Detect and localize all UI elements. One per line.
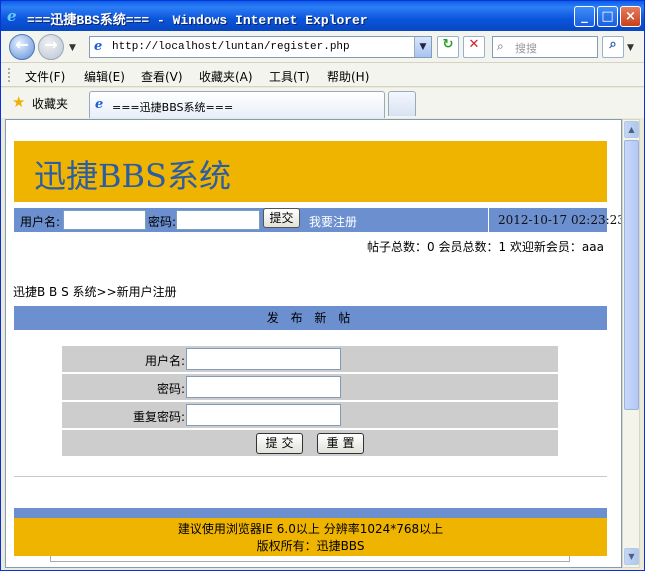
tab-page-icon: e: [95, 97, 104, 112]
window-title: ===迅捷BBS系统=== - Windows Internet Explore…: [27, 13, 368, 28]
minimize-button[interactable]: _: [574, 6, 595, 27]
close-button[interactable]: ×: [620, 6, 641, 27]
scroll-thumb[interactable]: [624, 140, 639, 410]
login-username-input[interactable]: [63, 210, 146, 230]
footer-top-bar: [14, 508, 607, 518]
menu-bar: 文件(F) 编辑(E) 查看(V) 收藏夹(A) 工具(T) 帮助(H): [1, 63, 644, 87]
breadcrumb: 迅捷B B S 系统>>新用户注册: [13, 285, 177, 299]
confirm-password-input[interactable]: [186, 404, 341, 426]
search-options-icon[interactable]: ▼: [627, 43, 634, 53]
divider: [14, 476, 607, 477]
forward-button[interactable]: →: [38, 34, 64, 60]
register-form: 用户名: 密码: 重复密码: 提交 重置: [62, 346, 558, 458]
tab-label: ===迅捷BBS系统===: [112, 101, 234, 114]
search-icon: ⌕: [497, 39, 504, 53]
username-label: 用户名:: [144, 354, 185, 368]
search-button[interactable]: ⌕: [602, 36, 624, 58]
tab-bar: ★ 收藏夹 e ===迅捷BBS系统===: [1, 88, 644, 118]
menu-favorites[interactable]: 收藏夹(A): [199, 68, 253, 85]
form-row-confirm: 重复密码:: [62, 402, 558, 428]
back-button[interactable]: ←: [9, 34, 35, 60]
address-dropdown-icon[interactable]: ▼: [414, 37, 431, 57]
page-icon: e: [94, 39, 103, 54]
password-label: 密码:: [156, 382, 185, 396]
search-placeholder: 搜搜: [515, 42, 537, 55]
footer-underbox: [50, 556, 570, 562]
password-input[interactable]: [186, 376, 341, 398]
form-row-buttons: 提交 重置: [62, 430, 558, 456]
new-tab-button[interactable]: [388, 91, 416, 116]
vertical-scrollbar[interactable]: ▲ ▼: [622, 119, 640, 568]
reset-button[interactable]: 重置: [317, 433, 364, 454]
menu-edit[interactable]: 编辑(E): [84, 68, 125, 85]
site-title: 迅捷BBS系统: [34, 157, 231, 195]
history-dropdown-icon[interactable]: ▼: [69, 43, 76, 53]
title-bar: e ===迅捷BBS系统=== - Windows Internet Explo…: [1, 1, 644, 31]
forum-stats: 帖子总数：0 会员总数：1 欢迎新会员：aaa: [367, 240, 604, 254]
footer-line-copyright: 版权所有：迅捷BBS: [256, 539, 365, 553]
refresh-button[interactable]: ↻: [437, 36, 459, 58]
menu-file[interactable]: 文件(F): [25, 68, 65, 85]
form-row-username: 用户名:: [62, 346, 558, 372]
footer: 建议使用浏览器IE 6.0以上 分辨率1024*768以上 版权所有：迅捷BBS: [14, 518, 607, 556]
address-toolbar: ← → ▼ e http://localhost/luntan/register…: [1, 31, 644, 63]
ie-logo-icon: e: [7, 7, 17, 25]
search-input[interactable]: ⌕ 搜搜: [492, 36, 598, 58]
section-header: 发 布 新 帖: [14, 306, 607, 330]
login-submit-button[interactable]: 提交: [263, 208, 300, 228]
confirm-password-label: 重复密码:: [132, 410, 185, 424]
login-username-label: 用户名:: [20, 215, 61, 229]
favorites-star-icon[interactable]: ★: [12, 93, 25, 111]
submit-button[interactable]: 提交: [256, 433, 303, 454]
menu-tools[interactable]: 工具(T): [269, 68, 310, 85]
form-row-password: 密码:: [62, 374, 558, 400]
login-bar-divider: [488, 208, 489, 232]
login-password-label: 密码:: [148, 215, 177, 229]
maximize-button[interactable]: □: [597, 6, 618, 27]
scroll-up-icon[interactable]: ▲: [624, 121, 639, 138]
favorites-button[interactable]: 收藏夹: [32, 95, 68, 112]
site-banner: 迅捷BBS系统: [14, 141, 607, 202]
tab-current[interactable]: e ===迅捷BBS系统===: [89, 91, 385, 118]
footer-line-browser: 建议使用浏览器IE 6.0以上 分辨率1024*768以上: [177, 522, 444, 536]
current-datetime: 2012-10-17 02:23:23: [498, 213, 622, 227]
login-bar: 用户名: 密码: 提交 我要注册 2012-10-17 02:23:23: [14, 208, 621, 232]
menu-view[interactable]: 查看(V): [141, 68, 183, 85]
stop-button[interactable]: ✕: [463, 36, 485, 58]
toolbar-grip: [8, 68, 10, 82]
menu-help[interactable]: 帮助(H): [327, 68, 369, 85]
url-text[interactable]: http://localhost/luntan/register.php: [112, 41, 350, 53]
scroll-down-icon[interactable]: ▼: [624, 548, 639, 565]
username-input[interactable]: [186, 348, 341, 370]
register-link[interactable]: 我要注册: [309, 213, 357, 230]
page-viewport: 迅捷BBS系统 用户名: 密码: 提交 我要注册 2012-10-17 02:2…: [5, 119, 622, 568]
browser-window: e ===迅捷BBS系统=== - Windows Internet Explo…: [0, 0, 645, 571]
address-field[interactable]: e http://localhost/luntan/register.php ▼: [89, 36, 432, 58]
login-password-input[interactable]: [176, 210, 260, 230]
